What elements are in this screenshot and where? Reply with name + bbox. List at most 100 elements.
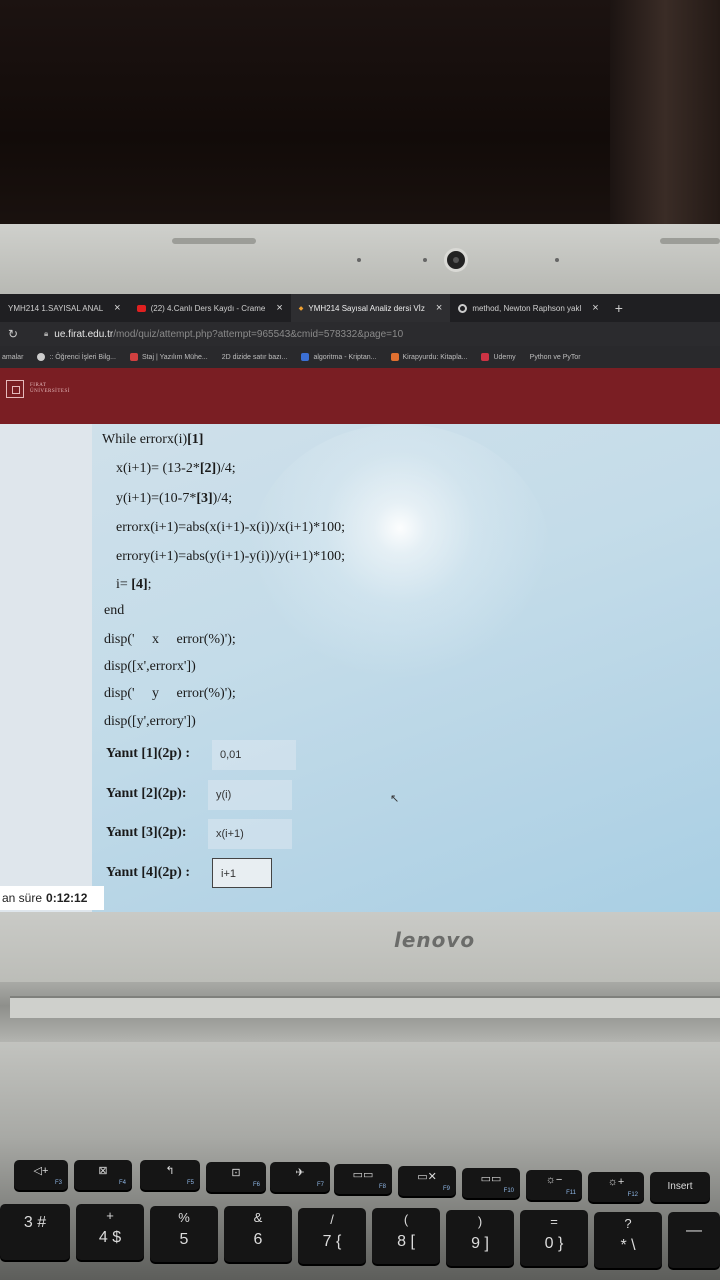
- key-f7[interactable]: ✈ F7: [270, 1162, 330, 1192]
- key-lower: 9 ]: [471, 1235, 489, 1252]
- fn-label: F12: [627, 1192, 638, 1198]
- key-f10[interactable]: ▭▭ F10: [462, 1168, 520, 1198]
- close-icon[interactable]: ×: [114, 302, 120, 314]
- answer-label: Yanıt [3](2p):: [106, 825, 187, 840]
- reload-icon[interactable]: ↻: [8, 327, 24, 341]
- key-8[interactable]: (8 [: [372, 1208, 440, 1264]
- bookmark-label: :: Öğrenci İşleri Bilg...: [49, 353, 116, 361]
- url-path: /mod/quiz/attempt.php?attempt=965543&cmi…: [113, 328, 404, 340]
- key-lower: 7 {: [322, 1233, 342, 1250]
- key-upper: =: [550, 1214, 558, 1229]
- timer-label: an süre: [2, 891, 43, 905]
- answer-input-4[interactable]: i+1: [212, 858, 272, 888]
- new-tab-button[interactable]: +: [607, 294, 631, 322]
- bookmark-label: Udemy: [493, 353, 516, 361]
- bookmark-label: algoritma - Kriptan...: [313, 353, 377, 361]
- key-3[interactable]: 3 #: [0, 1204, 70, 1260]
- key-asterisk[interactable]: ? * \: [594, 1212, 662, 1268]
- key-insert[interactable]: Insert: [650, 1172, 710, 1202]
- fn-label: F8: [378, 1184, 386, 1190]
- key-dash[interactable]: —: [668, 1212, 720, 1268]
- tab-label: YMH214 1.SAYISAL ANAL: [8, 303, 104, 313]
- tab-label: YMH214 Sayısal Analiz dersi Vİz: [308, 303, 425, 313]
- code-line: disp(' y error(%)');: [104, 686, 236, 701]
- answer-input-1[interactable]: 0,01: [212, 740, 296, 770]
- browser-tab[interactable]: YMH214 1.SAYISAL ANAL ×: [0, 294, 129, 322]
- key-upper: (: [403, 1212, 409, 1227]
- close-icon[interactable]: ×: [436, 302, 442, 314]
- close-icon[interactable]: ×: [592, 302, 598, 314]
- answer-input-3[interactable]: x(i+1): [208, 819, 292, 849]
- key-upper: &: [253, 1210, 263, 1225]
- code-line: errorx(i+1)=abs(x(i+1)-x(i))/x(i+1)*100;: [116, 520, 346, 535]
- bookmark-icon: [301, 353, 310, 361]
- key-lower: 4 $: [98, 1229, 122, 1246]
- key-f9[interactable]: ▭✕ F9: [398, 1166, 456, 1196]
- bookmark-item[interactable]: algoritma - Kriptan...: [301, 353, 377, 361]
- browser-tab[interactable]: (22) 4.Canlı Ders Kaydı - Crame ×: [129, 294, 291, 322]
- fn-label: F4: [118, 1180, 126, 1186]
- quiz-timer: an süre 0:12:12: [0, 886, 104, 910]
- blank-marker: [4]: [131, 577, 148, 592]
- bezel-slot: [172, 238, 256, 244]
- code-line: While errorx(i)[1]: [102, 432, 204, 447]
- globe-icon: [37, 353, 46, 361]
- key-0[interactable]: = 0 }: [520, 1210, 588, 1266]
- bookmark-label: Staj | Yazılım Mühe...: [141, 353, 208, 361]
- fn-label: F5: [186, 1180, 194, 1186]
- key-f6[interactable]: ⊡ F6: [206, 1162, 266, 1192]
- laptop-hinge: [0, 982, 720, 1042]
- brand-logo: lenovo: [394, 928, 476, 952]
- close-window-icon: ⊠: [98, 1165, 108, 1177]
- bookmark-item[interactable]: 2D dizide satır bazı...: [222, 354, 288, 361]
- site-header: FIRAT ÜNİVERSİTESİ: [0, 368, 720, 424]
- close-icon[interactable]: ×: [276, 302, 282, 314]
- fn-label: F11: [566, 1190, 576, 1196]
- code-line: y(i+1)=(10-7*[3])/4;: [116, 491, 233, 506]
- key-f8[interactable]: ▭▭ F8: [334, 1164, 392, 1194]
- key-upper: /: [330, 1212, 334, 1227]
- bookmark-item[interactable]: amalar: [2, 354, 23, 361]
- key-lower: 5: [179, 1231, 189, 1248]
- browser-tab-active[interactable]: ◆ YMH214 Sayısal Analiz dersi Vİz ×: [290, 294, 451, 322]
- fn-label: F3: [54, 1180, 62, 1186]
- projector-icon: ▭▭: [480, 1173, 502, 1185]
- key-7[interactable]: / 7 {: [298, 1208, 366, 1264]
- key-f11[interactable]: ☼− F11: [526, 1170, 582, 1200]
- bookmark-item[interactable]: Kirapyurdu: Kitapla...: [390, 353, 468, 361]
- bookmark-item[interactable]: Udemy: [481, 353, 516, 361]
- key-9[interactable]: ) 9 ]: [446, 1210, 514, 1266]
- key-lower: —: [686, 1222, 702, 1239]
- bookmark-item[interactable]: Python ve PyTor: [530, 354, 581, 361]
- laptop-bottom-bezel: [0, 912, 720, 982]
- timer-value: 0:12:12: [46, 891, 88, 905]
- key-6[interactable]: & 6: [224, 1206, 292, 1262]
- key-upper: %: [178, 1210, 190, 1225]
- left-page-margin: [0, 424, 92, 912]
- blank-marker: [3]: [196, 491, 213, 506]
- key-f5[interactable]: ↰ F5: [140, 1160, 200, 1190]
- hinge-groove: [10, 996, 720, 1018]
- key-f12[interactable]: ☼+ F12: [588, 1172, 644, 1202]
- key-4[interactable]: +4 $: [76, 1204, 144, 1260]
- fn-label: F10: [503, 1188, 514, 1194]
- bookmark-icon: [129, 353, 138, 361]
- key-lower: 8 [: [397, 1233, 415, 1250]
- key-f3[interactable]: ◁+ F3: [14, 1160, 68, 1190]
- bookmark-label: Kirapyurdu: Kitapla...: [402, 353, 468, 361]
- answer-label: Yanıt [4](2p) :: [106, 865, 190, 880]
- logo-mark-icon: [6, 380, 24, 398]
- plus-icon: +: [614, 300, 623, 316]
- bookmark-item[interactable]: Staj | Yazılım Mühe...: [129, 353, 208, 361]
- answer-input-2[interactable]: y(i): [208, 780, 292, 810]
- bookmark-item[interactable]: :: Öğrenci İşleri Bilg...: [37, 353, 116, 361]
- code-line: disp([x',errorx']): [104, 659, 196, 674]
- university-logo[interactable]: FIRAT ÜNİVERSİTESİ: [6, 380, 70, 398]
- key-f4[interactable]: ⊠ F4: [74, 1160, 132, 1190]
- bookmark-label: amalar: [2, 353, 24, 361]
- key-5[interactable]: % 5: [150, 1206, 218, 1262]
- mic-icon: [357, 258, 361, 262]
- browser-tab[interactable]: method, Newton Raphson yakl ×: [450, 294, 606, 322]
- address-bar[interactable]: ↻ 🔒︎ ue.firat.edu.tr /mod/quiz/attempt.p…: [0, 322, 720, 346]
- logo-text: FIRAT ÜNİVERSİTESİ: [30, 383, 70, 395]
